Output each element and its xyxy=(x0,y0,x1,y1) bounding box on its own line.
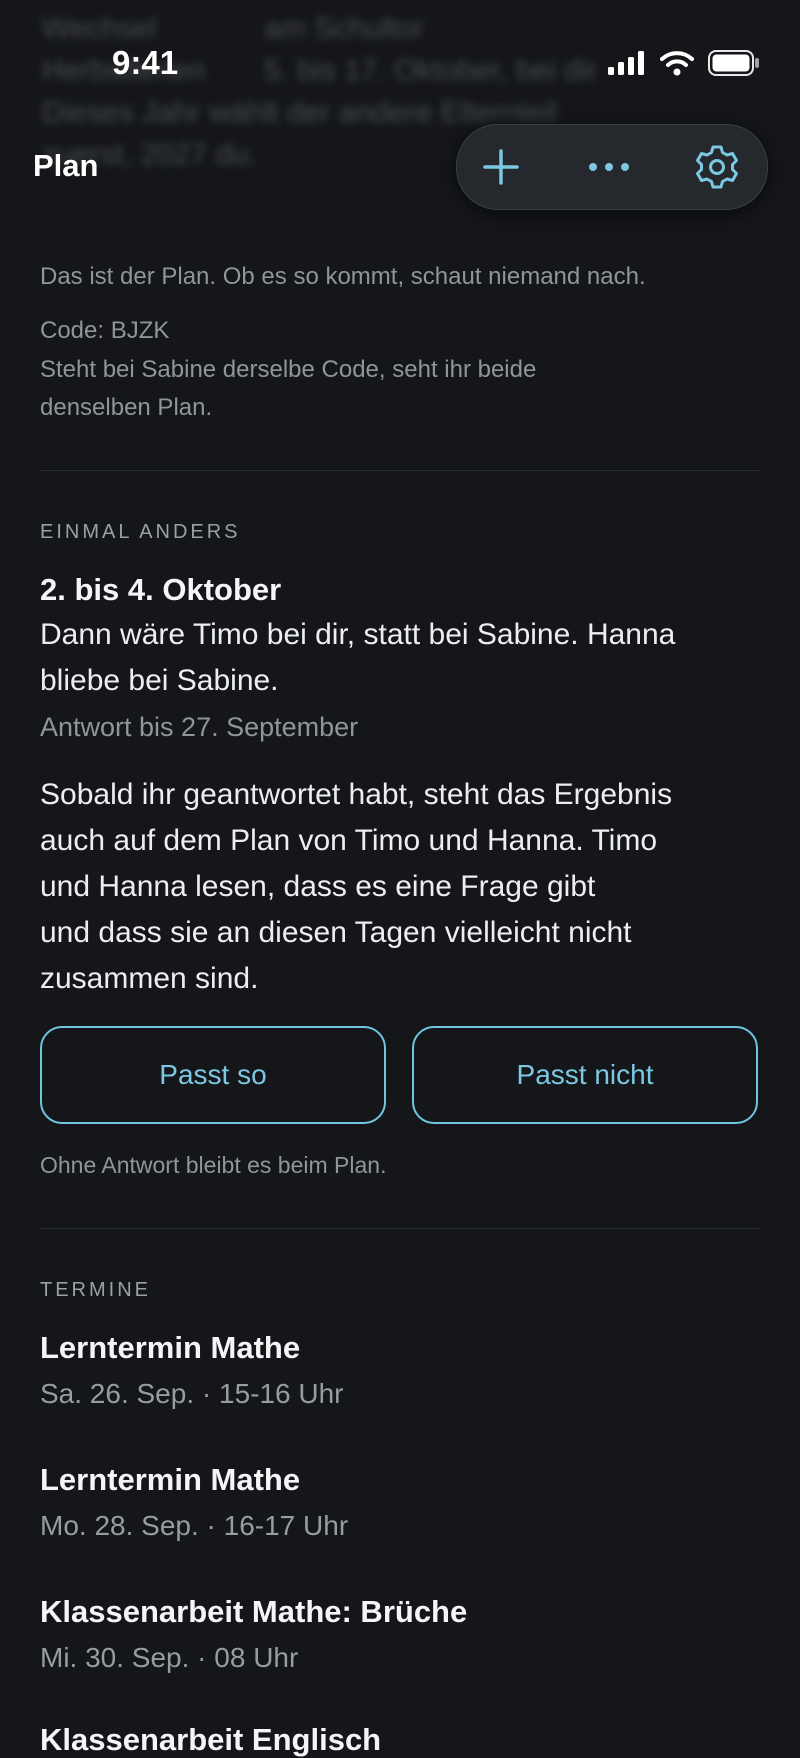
swap-info-line: und Hanna lesen, dass es eine Frage gibt xyxy=(40,870,596,903)
plan-code: Code: BJZK xyxy=(40,317,170,344)
signal-icon xyxy=(608,51,644,75)
event-time: Mo. 28. Sep. · 16-17 Uhr xyxy=(40,1510,349,1541)
swap-info: Sobald ihr geantwortet habt, steht das E… xyxy=(40,772,672,1002)
swap-description: bliebe bei Sabine. xyxy=(40,664,279,697)
event-time: Sa. 26. Sep. · 15-16 Uhr xyxy=(40,1378,344,1409)
plan-note: Das ist der Plan. Ob es so kommt, schaut… xyxy=(40,263,646,290)
page-title: Plan xyxy=(33,148,99,183)
event-title: Lerntermin Mathe xyxy=(40,1462,301,1497)
battery-icon xyxy=(708,50,759,76)
section-label-termine: TERMINE xyxy=(40,1279,151,1301)
swap-info-line: auch auf dem Plan von Timo und Hanna. Ti… xyxy=(40,824,658,857)
toolbar xyxy=(456,124,768,210)
status-bar: 9:41 xyxy=(0,0,800,130)
event-title: Klassenarbeit Mathe: Brüche xyxy=(40,1594,468,1629)
decline-button[interactable]: Passt nicht xyxy=(412,1026,758,1124)
answer-deadline: Antwort bis 27. September xyxy=(40,712,359,742)
wifi-icon xyxy=(660,51,694,76)
event-time: Mi. 30. Sep. · 08 Uhr xyxy=(40,1642,299,1673)
plan-code-hint: Steht bei Sabine derselbe Code, seht ihr… xyxy=(40,356,537,383)
gear-icon xyxy=(696,145,738,189)
status-time: 9:41 xyxy=(112,44,179,81)
section-label-einmal-anders: EINMAL ANDERS xyxy=(40,521,241,543)
add-button[interactable] xyxy=(459,125,543,209)
plan-code-hint: denselben Plan. xyxy=(40,394,213,421)
more-button[interactable] xyxy=(567,125,651,209)
swap-info-line: zusammen sind. xyxy=(40,962,259,995)
swap-dates: 2. bis 4. Oktober xyxy=(40,572,282,607)
event-title: Lerntermin Mathe xyxy=(40,1330,301,1365)
swap-info-line: und dass sie an diesen Tagen vielleicht … xyxy=(40,916,632,949)
settings-button[interactable] xyxy=(675,125,759,209)
accept-button[interactable]: Passt so xyxy=(40,1026,386,1124)
fallback-note: Ohne Antwort bleibt es beim Plan. xyxy=(40,1152,387,1178)
plus-icon xyxy=(483,149,519,185)
swap-description: Dann wäre Timo bei dir, statt bei Sabine… xyxy=(40,618,676,651)
swap-info-line: Sobald ihr geantwortet habt, steht das E… xyxy=(40,778,673,811)
event-title: Klassenarbeit Englisch xyxy=(40,1722,382,1757)
ellipsis-icon xyxy=(589,163,629,171)
divider xyxy=(40,1228,760,1229)
divider xyxy=(40,470,760,471)
